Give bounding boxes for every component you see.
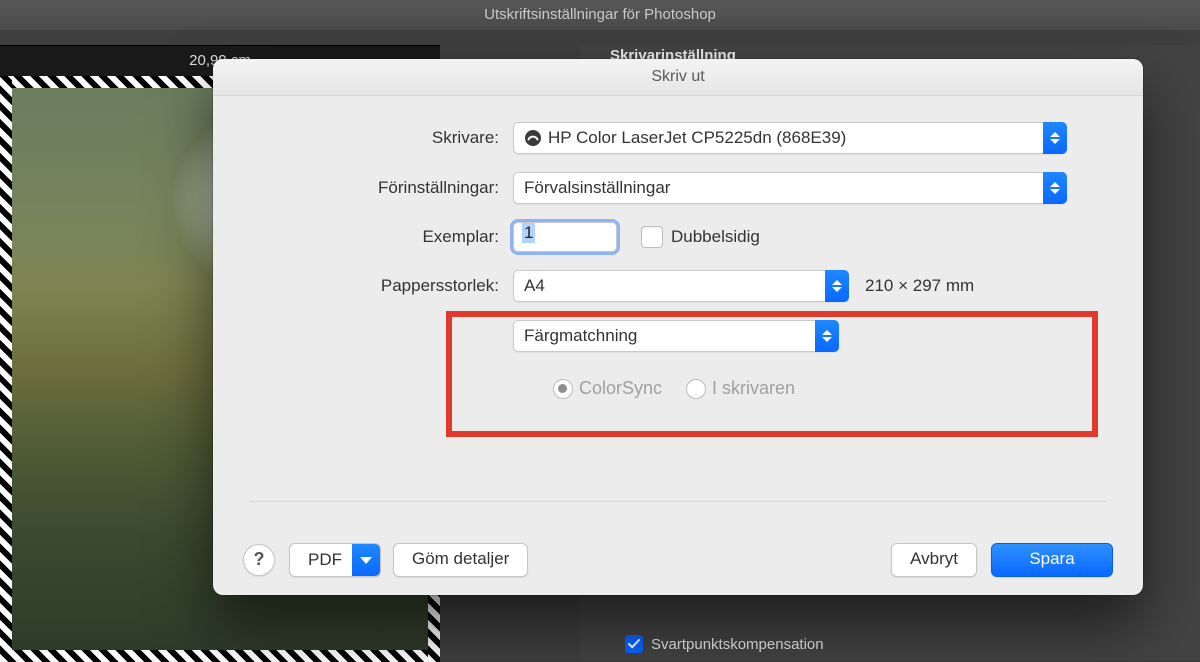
paper-size-select[interactable]: A4 bbox=[513, 270, 849, 302]
radio-icon bbox=[553, 379, 573, 399]
copies-input[interactable]: 1 bbox=[513, 222, 617, 252]
dialog-footer: ? PDF Göm detaljer Avbryt Spara bbox=[213, 525, 1143, 595]
presets-select[interactable]: Förvalsinställningar bbox=[513, 172, 1067, 204]
hatch-border bbox=[0, 76, 12, 662]
hatch-border bbox=[0, 650, 440, 662]
printer-select-value: HP Color LaserJet CP5225dn (868E39) bbox=[548, 128, 846, 148]
select-stepper-icon bbox=[1043, 172, 1067, 204]
duplex-checkbox[interactable] bbox=[641, 226, 663, 248]
blackpoint-comp-row: Svartpunktskompensation bbox=[625, 635, 824, 653]
radio-label: ColorSync bbox=[579, 378, 662, 399]
copies-label: Exemplar: bbox=[249, 227, 513, 247]
help-button[interactable]: ? bbox=[243, 544, 275, 576]
section-row: Färgmatchning bbox=[249, 320, 1107, 352]
dialog-title: Skriv ut bbox=[213, 59, 1143, 96]
divider bbox=[249, 501, 1107, 502]
presets-select-value: Förvalsinställningar bbox=[524, 178, 670, 198]
pdf-button[interactable]: PDF bbox=[289, 543, 381, 577]
color-match-radio-group: ColorSync I skrivaren bbox=[499, 378, 849, 399]
print-form: Skrivare: HP Color LaserJet CP5225dn (86… bbox=[213, 96, 1143, 399]
section-select[interactable]: Färgmatchning bbox=[513, 320, 839, 352]
paper-dimensions: 210 × 297 mm bbox=[865, 276, 974, 296]
print-dialog: Skriv ut Skrivare: HP Color LaserJet CP5… bbox=[213, 59, 1143, 595]
select-stepper-icon bbox=[1043, 122, 1067, 154]
paper-row: Pappersstorlek: A4 210 × 297 mm bbox=[249, 270, 1107, 302]
radio-colorsync[interactable]: ColorSync bbox=[553, 378, 662, 399]
radio-label: I skrivaren bbox=[712, 378, 795, 399]
cancel-button[interactable]: Avbryt bbox=[891, 543, 977, 577]
duplex-label: Dubbelsidig bbox=[671, 227, 760, 247]
select-stepper-icon bbox=[825, 270, 849, 302]
chevron-down-icon bbox=[352, 544, 380, 576]
copies-value: 1 bbox=[522, 223, 535, 243]
pdf-button-label: PDF bbox=[308, 545, 342, 575]
printer-row: Skrivare: HP Color LaserJet CP5225dn (86… bbox=[249, 122, 1107, 154]
printer-status-icon bbox=[524, 129, 542, 147]
background-window-title: Utskriftsinställningar för Photoshop bbox=[0, 0, 1200, 30]
paper-label: Pappersstorlek: bbox=[249, 276, 513, 296]
presets-label: Förinställningar: bbox=[249, 178, 513, 198]
printer-label: Skrivare: bbox=[249, 128, 513, 148]
printer-select[interactable]: HP Color LaserJet CP5225dn (868E39) bbox=[513, 122, 1067, 154]
section-select-value: Färgmatchning bbox=[524, 326, 637, 346]
save-button[interactable]: Spara bbox=[991, 543, 1113, 577]
checkbox-checked[interactable] bbox=[625, 635, 643, 653]
checkbox-label: Svartpunktskompensation bbox=[651, 636, 824, 653]
select-stepper-icon bbox=[815, 320, 839, 352]
radio-in-printer[interactable]: I skrivaren bbox=[686, 378, 795, 399]
presets-row: Förinställningar: Förvalsinställningar bbox=[249, 172, 1107, 204]
hide-details-button[interactable]: Göm detaljer bbox=[393, 543, 528, 577]
copies-row: Exemplar: 1 Dubbelsidig bbox=[249, 222, 1107, 252]
radio-icon bbox=[686, 379, 706, 399]
paper-size-value: A4 bbox=[524, 276, 545, 296]
